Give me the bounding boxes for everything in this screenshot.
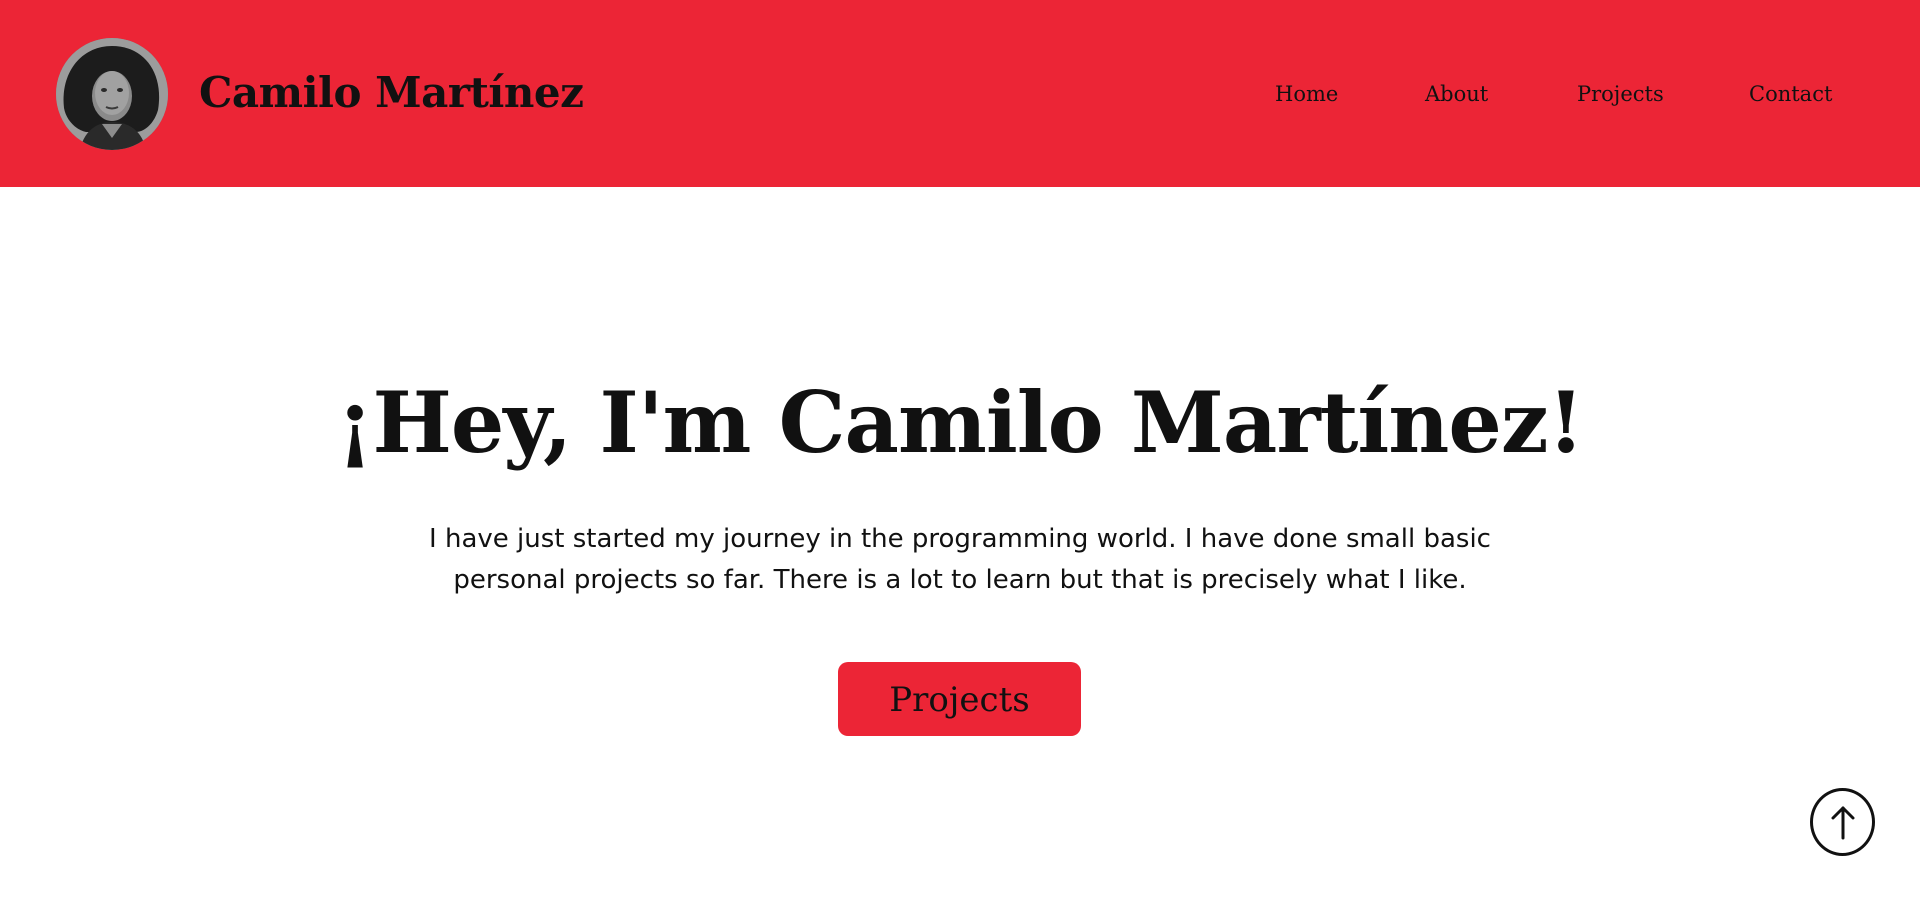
hero-description: I have just started my journey in the pr… (410, 519, 1510, 601)
nav-projects[interactable]: Projects (1577, 78, 1664, 110)
projects-button[interactable]: Projects (838, 662, 1081, 736)
nav-about[interactable]: About (1425, 78, 1488, 110)
arrow-up-icon (1831, 806, 1854, 840)
nav-home[interactable]: Home (1275, 78, 1338, 110)
hero-title: ¡Hey, I'm Camilo Martínez! (336, 373, 1585, 472)
nav-contact[interactable]: Contact (1749, 78, 1832, 110)
scroll-to-top-button[interactable] (1810, 788, 1875, 856)
profile-photo (56, 38, 168, 150)
site-name[interactable]: Camilo Martínez (199, 62, 584, 124)
hero-description-line: personal projects so far. There is a lot… (453, 565, 1467, 595)
hero-description-line: I have just started my journey in the pr… (429, 524, 1491, 554)
site-header: Camilo Martínez Home About Projects Cont… (0, 0, 1920, 187)
avatar[interactable] (56, 38, 168, 150)
